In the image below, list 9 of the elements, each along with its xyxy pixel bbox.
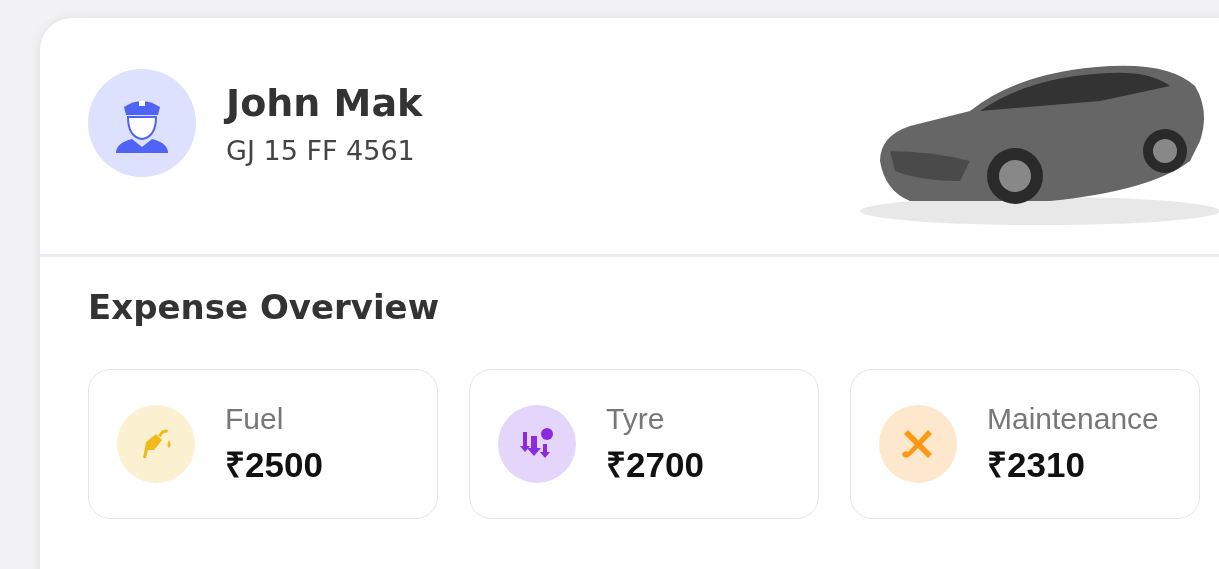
expense-amount: ₹2700 [606,443,704,486]
driver-name: John Mak [226,80,423,125]
expense-amount: ₹2310 [987,443,1086,486]
vehicle-plate: GJ 15 FF 4561 [226,134,416,166]
expense-label: Tyre [606,401,666,436]
expense-amount: ₹2500 [225,443,323,486]
expense-label: Fuel [225,401,285,436]
section-title: Expense Overview [88,287,441,327]
expense-label: Maintenance [987,401,1159,436]
